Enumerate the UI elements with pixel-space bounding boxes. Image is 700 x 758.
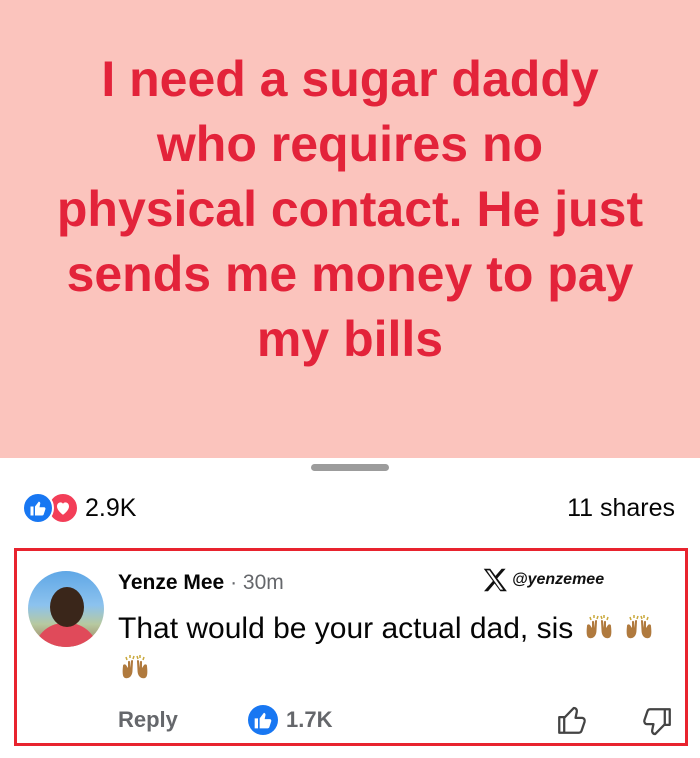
comment-likes[interactable]: 1.7K <box>248 705 332 735</box>
x-logo-icon <box>483 568 507 592</box>
post-text: I need a sugar daddy who requires no phy… <box>56 50 644 367</box>
reaction-count: 2.9K <box>85 493 137 522</box>
post-card: I need a sugar daddy who requires no phy… <box>0 0 700 458</box>
separator-dot: · <box>230 571 238 594</box>
thumbs-up-outline-icon[interactable] <box>555 703 589 737</box>
like-icon <box>248 705 278 735</box>
shares-count[interactable]: 11 shares <box>567 494 675 523</box>
reaction-summary[interactable]: 2.9K <box>22 492 136 524</box>
comment: Yenze Mee · 30m @yenzemee That would be … <box>14 548 688 746</box>
comment-author[interactable]: Yenze Mee <box>118 571 224 594</box>
comment-like-count: 1.7K <box>286 707 333 732</box>
watermark: @yenzemee <box>480 565 604 595</box>
reactions-bar: 2.9K 11 shares <box>0 490 700 526</box>
comment-body: That would be your actual dad, sis <box>118 609 678 689</box>
raising-hands-emoji <box>626 615 652 639</box>
comment-time: 30m <box>242 571 284 594</box>
comment-header: Yenze Mee · 30m <box>118 571 284 595</box>
comment-actions: Reply 1.7K <box>118 703 678 739</box>
reply-button[interactable]: Reply <box>118 707 178 733</box>
thumbs-down-outline-icon[interactable] <box>640 705 674 739</box>
like-icon <box>22 492 54 524</box>
sheet-drag-handle[interactable] <box>311 464 389 471</box>
comment-text: That would be your actual dad, sis <box>118 612 574 645</box>
watermark-handle: @yenzemee <box>512 571 605 588</box>
avatar-face <box>50 587 84 627</box>
avatar[interactable] <box>28 571 104 647</box>
raising-hands-emoji <box>586 615 611 639</box>
raising-hands-emoji <box>122 655 148 679</box>
